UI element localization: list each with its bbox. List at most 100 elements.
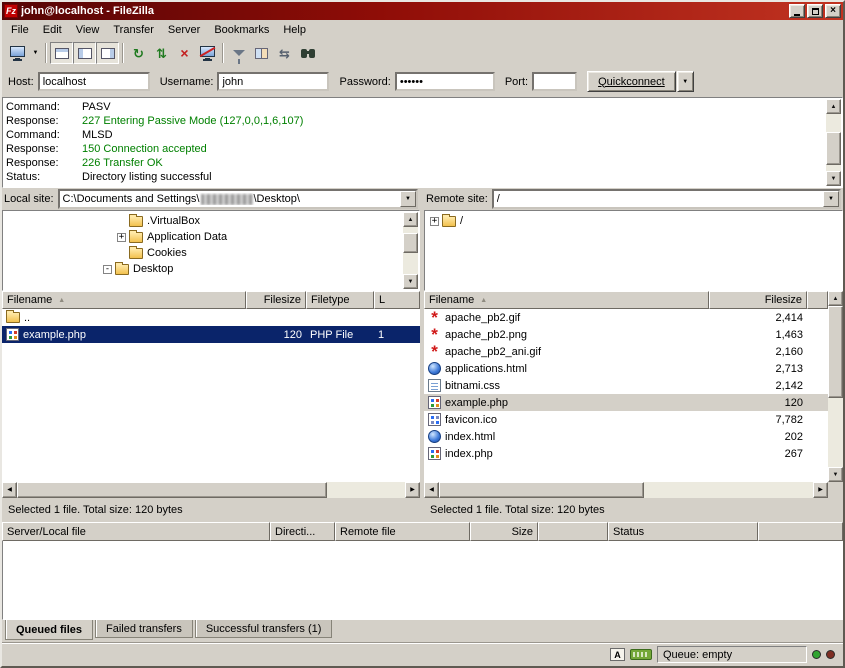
file-row[interactable]: index.php267 (424, 445, 828, 462)
expand-icon[interactable]: + (117, 233, 126, 242)
titlebar[interactable]: Fz john@localhost - FileZilla × (2, 2, 843, 20)
cancel-button[interactable]: × (173, 42, 196, 64)
toggle-message-log-button[interactable] (50, 42, 73, 64)
scroll-track[interactable] (17, 482, 405, 498)
tree-row[interactable]: +/ (425, 213, 842, 229)
remote-selection-status: Selected 1 file. Total size: 120 bytes (424, 504, 843, 516)
remote-hscrollbar[interactable]: ◀ ▶ (424, 482, 828, 498)
compare-button[interactable] (250, 42, 273, 64)
tree-row[interactable]: .VirtualBox (3, 213, 419, 229)
username-input[interactable] (217, 72, 329, 91)
scroll-thumb[interactable] (17, 482, 327, 498)
local-path-dropdown[interactable]: ▼ (400, 191, 416, 207)
close-button[interactable]: × (825, 4, 841, 18)
scroll-thumb[interactable] (403, 233, 418, 253)
scroll-track[interactable] (826, 114, 841, 171)
remote-list-scrollbar[interactable]: ▲ ▼ (828, 291, 843, 482)
find-button[interactable] (296, 42, 319, 64)
scroll-left-button[interactable]: ◀ (424, 482, 439, 498)
menu-view[interactable]: View (69, 22, 107, 38)
disconnect-button[interactable] (196, 42, 219, 64)
scroll-down-button[interactable]: ▼ (826, 171, 841, 186)
tree-row[interactable]: +Application Data (3, 229, 419, 245)
file-row[interactable]: applications.html2,713 (424, 360, 828, 377)
tab-successful-transfers[interactable]: Successful transfers (1) (195, 620, 333, 638)
toolbar: ▼ ↻ ⇅ × ⇆ (2, 40, 843, 66)
scroll-right-button[interactable]: ▶ (813, 482, 828, 498)
scroll-thumb[interactable] (439, 482, 644, 498)
column-header-direction[interactable]: Directi... (270, 522, 335, 541)
column-header-lastmodified[interactable]: L (374, 291, 420, 309)
column-header-filename[interactable]: Filename▲ (2, 291, 246, 309)
tree-row[interactable]: Cookies (3, 245, 419, 261)
file-row-selected[interactable]: example.php120 (424, 394, 828, 411)
queue-list-area[interactable] (2, 541, 843, 620)
column-header-filesize[interactable]: Filesize (246, 291, 306, 309)
file-row[interactable]: *apache_pb2.png1,463 (424, 326, 828, 343)
toggle-local-tree-button[interactable] (73, 42, 96, 64)
scroll-track[interactable] (439, 482, 813, 498)
menu-edit[interactable]: Edit (36, 22, 69, 38)
column-header-filesize[interactable]: Filesize (709, 291, 807, 309)
site-manager-dropdown[interactable]: ▼ (29, 42, 42, 64)
local-hscrollbar[interactable]: ◀ ▶ (2, 482, 420, 498)
menu-file[interactable]: File (4, 22, 36, 38)
scroll-thumb[interactable] (826, 132, 841, 165)
quickconnect-dropdown[interactable]: ▼ (677, 71, 694, 92)
remote-path-combo[interactable]: / ▼ (492, 189, 841, 209)
log-scrollbar[interactable]: ▲ ▼ (826, 99, 841, 186)
scroll-down-button[interactable]: ▼ (403, 274, 418, 289)
menu-bookmarks[interactable]: Bookmarks (207, 22, 276, 38)
file-row[interactable]: .. (2, 309, 420, 326)
tree-row[interactable]: -Desktop (3, 261, 419, 277)
site-manager-button[interactable] (6, 42, 29, 64)
file-row[interactable]: favicon.ico7,782 (424, 411, 828, 428)
column-header-priority[interactable] (538, 522, 608, 541)
password-input[interactable] (395, 72, 495, 91)
scroll-up-button[interactable]: ▲ (403, 212, 418, 227)
collapse-icon[interactable]: - (103, 265, 112, 274)
binoculars-icon (301, 49, 307, 58)
host-input[interactable] (38, 72, 150, 91)
file-row[interactable]: index.html202 (424, 428, 828, 445)
column-header-status[interactable]: Status (608, 522, 758, 541)
refresh-button[interactable]: ↻ (127, 42, 150, 64)
process-queue-button[interactable]: ⇅ (150, 42, 173, 64)
menu-help[interactable]: Help (276, 22, 313, 38)
port-input[interactable] (532, 72, 577, 91)
column-header-size[interactable]: Size (470, 522, 538, 541)
local-path-combo[interactable]: C:\Documents and Settings\\Desktop\ ▼ (58, 189, 418, 209)
menu-server[interactable]: Server (161, 22, 207, 38)
quickconnect-button[interactable]: Quickconnect (587, 71, 676, 92)
toggle-remote-tree-button[interactable] (96, 42, 119, 64)
scroll-thumb[interactable] (828, 306, 843, 398)
file-row[interactable]: bitnami.css2,142 (424, 377, 828, 394)
scroll-track[interactable] (403, 227, 418, 274)
menu-transfer[interactable]: Transfer (106, 22, 161, 38)
column-header-remote-file[interactable]: Remote file (335, 522, 470, 541)
scroll-right-button[interactable]: ▶ (405, 482, 420, 498)
scroll-track[interactable] (828, 306, 843, 467)
file-row-selected[interactable]: example.php 120 PHP File 1 (2, 326, 420, 343)
directory-panes: Local site: C:\Documents and Settings\\D… (2, 188, 843, 291)
local-tree-scrollbar[interactable]: ▲ ▼ (403, 212, 418, 289)
remote-path-dropdown[interactable]: ▼ (823, 191, 839, 207)
tab-failed-transfers[interactable]: Failed transfers (95, 620, 193, 638)
scroll-left-button[interactable]: ◀ (2, 482, 17, 498)
filter-button[interactable] (227, 42, 250, 64)
minimize-button[interactable] (789, 4, 805, 18)
folder-icon (6, 312, 20, 323)
folder-icon (129, 216, 143, 227)
tab-queued-files[interactable]: Queued files (5, 620, 93, 640)
scroll-up-button[interactable]: ▲ (828, 291, 843, 306)
scroll-down-button[interactable]: ▼ (828, 467, 843, 482)
scroll-up-button[interactable]: ▲ (826, 99, 841, 114)
file-row[interactable]: *apache_pb2.gif2,414 (424, 309, 828, 326)
column-header-server-local-file[interactable]: Server/Local file (2, 522, 270, 541)
maximize-button[interactable] (807, 4, 823, 18)
expand-icon[interactable]: + (430, 217, 439, 226)
file-row[interactable]: *apache_pb2_ani.gif2,160 (424, 343, 828, 360)
column-header-filename[interactable]: Filename▲ (424, 291, 709, 309)
sync-browse-button[interactable]: ⇆ (273, 42, 296, 64)
column-header-filetype[interactable]: Filetype (306, 291, 374, 309)
